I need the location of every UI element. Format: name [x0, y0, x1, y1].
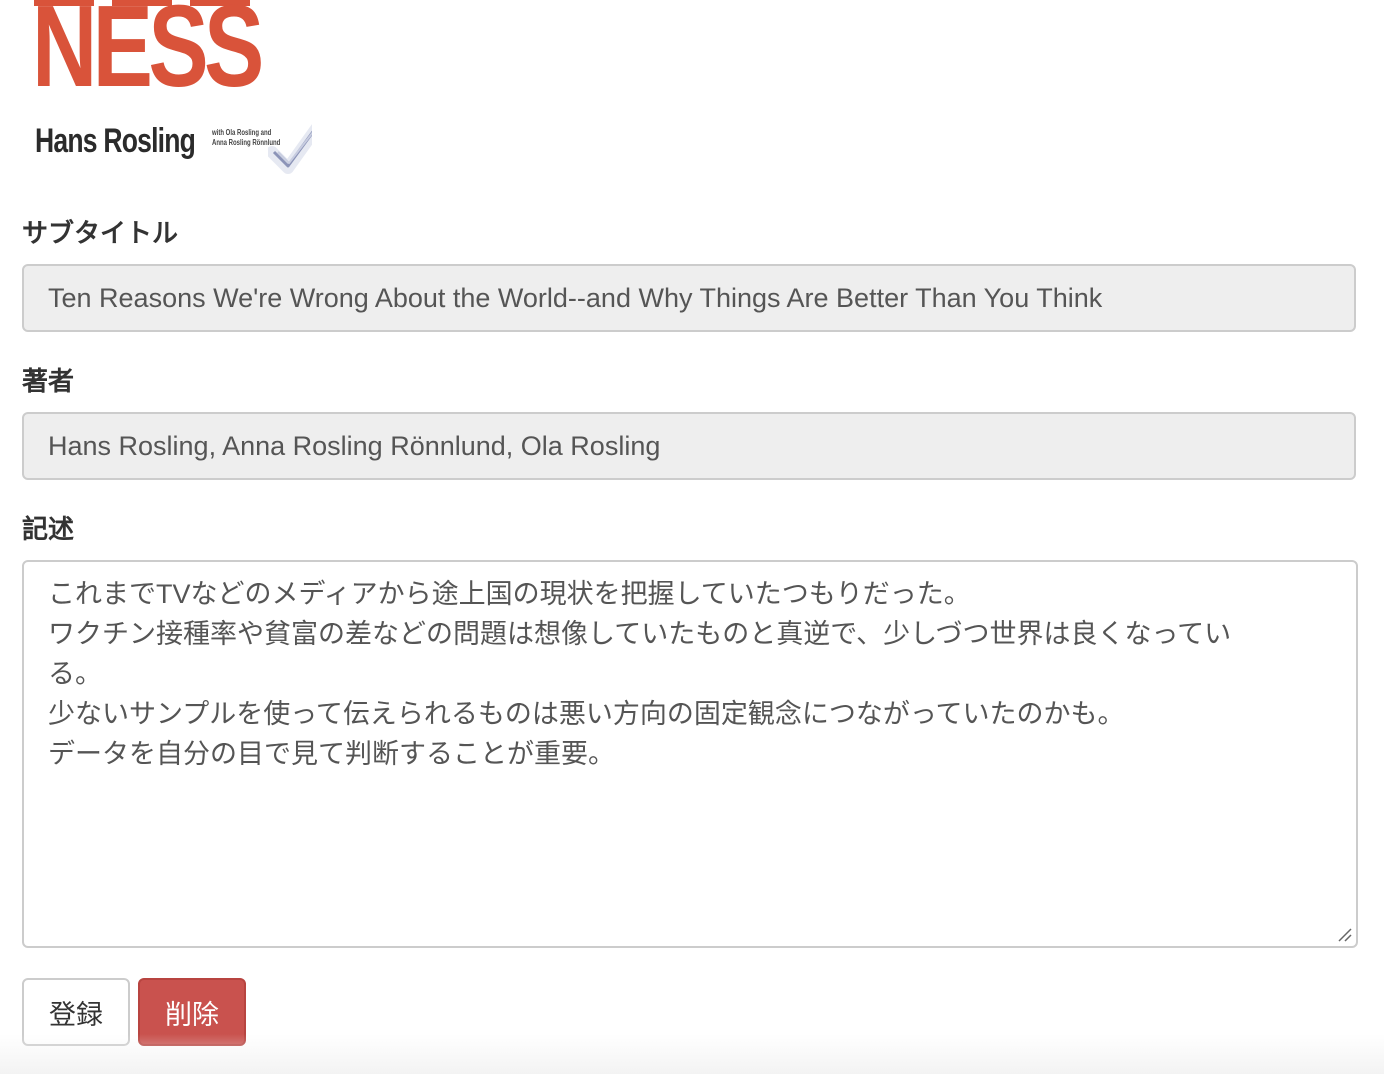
- cover-author: Hans Rosling: [35, 122, 196, 160]
- authors-field[interactable]: Hans Rosling, Anna Rosling Rönnlund, Ola…: [22, 412, 1356, 480]
- cover-title: NESS: [32, 0, 264, 111]
- description-line: 少ないサンプルを使って伝えられるものは悪い方向の固定観念につながっていたのかも。: [48, 699, 1125, 729]
- description-label: 記述: [22, 514, 75, 544]
- description-line: これまでTVなどのメディアから途上国の現状を把握していたつもりだった。: [48, 579, 971, 609]
- register-button[interactable]: 登録: [22, 978, 130, 1046]
- description-line: ワクチン接種率や貧富の差などの問題は想像していたものと真逆で、少しづつ世界は良く…: [48, 619, 1232, 689]
- checkmark-icon: [268, 124, 312, 174]
- description-line: データを自分の目で見て判断することが重要。: [48, 739, 615, 769]
- subtitle-value: Ten Reasons We're Wrong About the World-…: [48, 282, 1103, 313]
- description-textarea[interactable]: これまでTVなどのメディアから途上国の現状を把握していたつもりだった。 ワクチン…: [22, 560, 1358, 948]
- authors-label: 著者: [22, 366, 75, 396]
- resize-handle-icon[interactable]: [1336, 926, 1352, 942]
- authors-value: Hans Rosling, Anna Rosling Rönnlund, Ola…: [48, 430, 661, 461]
- book-edit-page: NESS Hans Rosling with Ola Rosling and A…: [0, 0, 1384, 1074]
- book-cover-image: NESS Hans Rosling with Ola Rosling and A…: [22, 0, 312, 176]
- subtitle-label: サブタイトル: [22, 218, 179, 248]
- subtitle-field[interactable]: Ten Reasons We're Wrong About the World-…: [22, 264, 1356, 332]
- delete-button[interactable]: 削除: [138, 978, 246, 1046]
